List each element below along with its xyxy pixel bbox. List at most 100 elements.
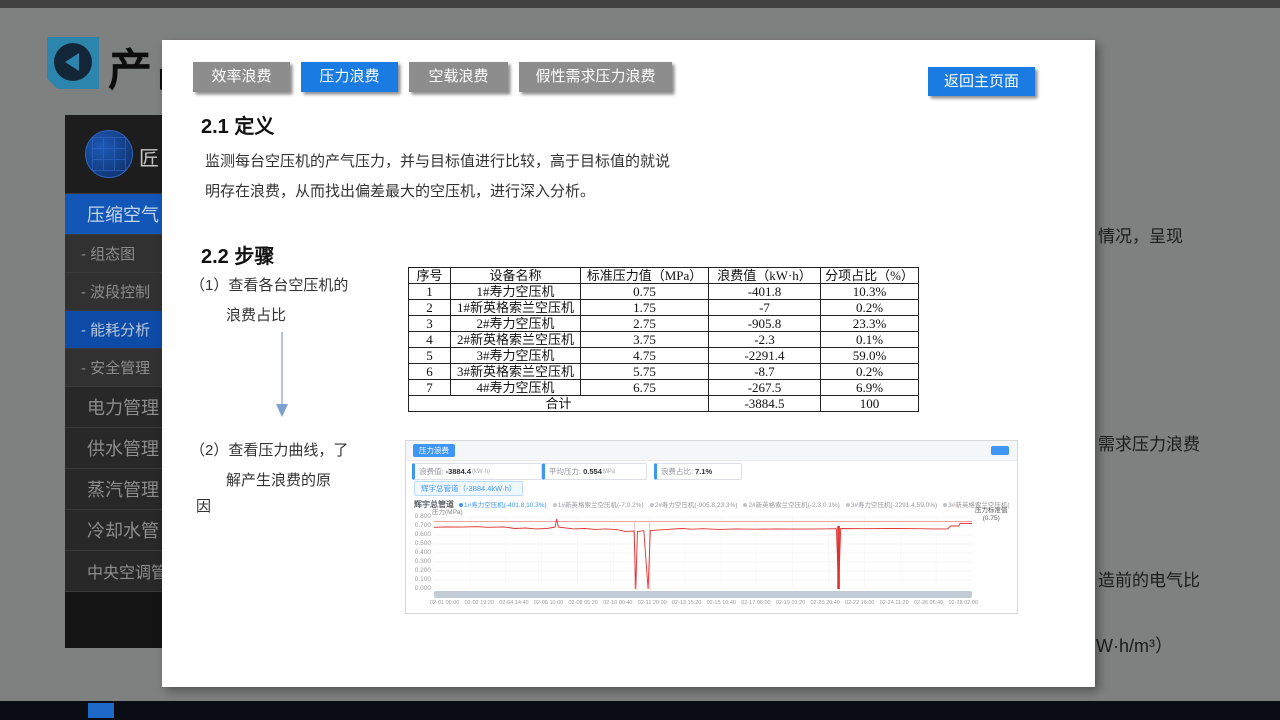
- background-text-fragment: 需求压力浪费: [1098, 430, 1200, 455]
- stat-value: 7.1%: [695, 467, 712, 476]
- legend-item-4[interactable]: 2#新英格索兰空压机(-2.3,0.1%): [743, 502, 839, 509]
- x-tick-label: 02-11 20:00: [638, 600, 667, 606]
- table-cell: -2291.4: [709, 348, 821, 364]
- table-cell: 10.3%: [821, 284, 919, 300]
- table-header-row: 序号设备名称标准压力值（MPa）浪费值（kW·h）分项占比（%）: [409, 268, 919, 284]
- table-cell: 7: [409, 380, 451, 396]
- pipeline-subtab[interactable]: 辉宇总管道（-3884.4kW·h）: [414, 481, 523, 496]
- waste-table-footer: 合计-3884.5100: [409, 396, 919, 412]
- table-cell: 6: [409, 364, 451, 380]
- waste-table-body: 11#寿力空压机0.75-401.810.3%21#新英格索兰空压机1.75-7…: [409, 284, 919, 396]
- chart-legend: 辉宇总管道1#寿力空压机(-401.8,10.3%)1#新英格索兰空压机(-7,…: [414, 499, 1010, 510]
- x-tick-label: 02-13 15:20: [672, 600, 701, 606]
- background-text-fragment: W·h/m³）: [1096, 632, 1173, 658]
- return-home-button[interactable]: 返回主页面: [928, 67, 1035, 96]
- total-label-cell: 合计: [409, 396, 709, 412]
- stat-box-3: 浪费占比:7.1%: [654, 463, 742, 480]
- step2-text-line1: （2）查看压力曲线，了: [190, 439, 348, 460]
- table-cell: 2.75: [581, 316, 709, 332]
- x-tick-label: 02-15 10:40: [707, 600, 736, 606]
- stat-value: -3884.4: [446, 467, 471, 476]
- background-text-fragment: 造前的电气比: [1098, 566, 1200, 591]
- taskbar-app-tile[interactable]: [88, 703, 114, 718]
- table-cell: 23.3%: [821, 316, 919, 332]
- x-tick-label: 02-26 06:40: [914, 600, 943, 606]
- legend-dot-icon: [650, 503, 654, 507]
- legend-dot-icon: [846, 503, 850, 507]
- step1-text-line2: 浪费占比: [226, 304, 286, 325]
- legend-item-1[interactable]: 1#寿力空压机(-401.8,10.3%): [459, 502, 547, 509]
- x-tick-label: 02-17 06:00: [741, 600, 770, 606]
- standard-line-label: 压力标准值(0.75): [975, 507, 1008, 524]
- column-header: 设备名称: [451, 268, 581, 284]
- total-waste-cell: -3884.5: [709, 396, 821, 412]
- table-cell: 2: [409, 300, 451, 316]
- column-header: 浪费值（kW·h）: [709, 268, 821, 284]
- table-cell: 0.1%: [821, 332, 919, 348]
- taskbar: [0, 701, 1280, 720]
- x-tick-label: 02-08 05:20: [569, 600, 598, 606]
- column-header: 标准压力值（MPa）: [581, 268, 709, 284]
- y-tick-label: 0.300: [406, 558, 431, 565]
- table-cell: 5.75: [581, 364, 709, 380]
- dashboard-screenshot: 压力浪费 浪费值:-3884.4(kW·h)平均压力:0.554MPa浪费占比:…: [405, 440, 1018, 614]
- table-row: 42#新英格索兰空压机3.75-2.30.1%: [409, 332, 919, 348]
- table-cell: 3#寿力空压机: [451, 348, 581, 364]
- waste-table: 序号设备名称标准压力值（MPa）浪费值（kW·h）分项占比（%） 11#寿力空压…: [408, 267, 919, 412]
- step2-text-line2: 解产生浪费的原: [226, 469, 331, 490]
- legend-item-2[interactable]: 1#新英格索兰空压机(-7,0.2%): [553, 502, 644, 509]
- y-tick-label: 0.200: [406, 567, 431, 574]
- legend-item-5[interactable]: 3#寿力空压机(-2291.4,59.0%): [846, 502, 937, 509]
- step1-text-line1: （1）查看各台空压机的: [190, 274, 348, 295]
- back-icon[interactable]: [47, 37, 99, 89]
- definition-text-line2: 明存在浪费，从而找出偏差最大的空压机，进行深入分析。: [205, 180, 595, 201]
- x-tick-label: 02-01 00:00: [430, 600, 459, 606]
- table-row: 74#寿力空压机6.75-267.56.9%: [409, 380, 919, 396]
- legend-dot-icon: [743, 503, 747, 507]
- stat-box-2: 平均压力:0.554MPa: [542, 463, 647, 480]
- overlay-panel: 效率浪费压力浪费空载浪费假性需求压力浪费 返回主页面 2.1 定义 监测每台空压…: [162, 40, 1095, 687]
- table-row: 21#新英格索兰空压机1.75-70.2%: [409, 300, 919, 316]
- x-axis-ticks: 02-01 00:0002-02 19:2002-04 14:4002-06 1…: [430, 600, 978, 606]
- table-cell: 0.75: [581, 284, 709, 300]
- definition-text-line1: 监测每台空压机的产气压力，并与目标值进行比较，高于目标值的就说: [205, 150, 670, 171]
- x-tick-label: 02-20 20:40: [810, 600, 839, 606]
- tab-3[interactable]: 空载浪费: [409, 62, 508, 92]
- table-cell: 1: [409, 284, 451, 300]
- table-cell: 5: [409, 348, 451, 364]
- dashboard-settings-chip[interactable]: [991, 446, 1009, 455]
- table-cell: 6.75: [581, 380, 709, 396]
- pressure-line-chart: [434, 517, 972, 589]
- stat-unit: (kW·h): [472, 469, 490, 475]
- pressure-series-line: [434, 519, 972, 589]
- table-row: 63#新英格索兰空压机5.75-8.70.2%: [409, 364, 919, 380]
- x-tick-label: 02-28 02:00: [949, 600, 978, 606]
- stat-value: 0.554: [583, 467, 602, 476]
- y-tick-label: 0.600: [406, 531, 431, 538]
- tab-2[interactable]: 压力浪费: [301, 62, 398, 92]
- waste-table-header: 序号设备名称标准压力值（MPa）浪费值（kW·h）分项占比（%）: [409, 268, 919, 284]
- tab-4[interactable]: 假性需求压力浪费: [519, 62, 672, 92]
- app-logo-text: 匠: [139, 142, 159, 171]
- x-tick-label: 02-06 10:00: [534, 600, 563, 606]
- legend-dot-icon: [943, 503, 947, 507]
- table-cell: 0.2%: [821, 364, 919, 380]
- table-cell: -8.7: [709, 364, 821, 380]
- background-text-fragment: 情况，呈现: [1098, 222, 1183, 247]
- table-cell: 3#新英格索兰空压机: [451, 364, 581, 380]
- x-tick-label: 02-19 01:20: [776, 600, 805, 606]
- y-tick-label: 0.700: [406, 522, 431, 529]
- legend-item-3[interactable]: 2#寿力空压机(-905.8,23.3%): [650, 502, 738, 509]
- chart-scrollbar[interactable]: [434, 591, 972, 598]
- stat-label: 浪费占比:: [661, 466, 693, 477]
- tab-1[interactable]: 效率浪费: [193, 62, 290, 92]
- column-header: 分项占比（%）: [821, 268, 919, 284]
- table-cell: 4#寿力空压机: [451, 380, 581, 396]
- stat-label: 平均压力:: [549, 466, 581, 477]
- table-cell: -2.3: [709, 332, 821, 348]
- dashboard-header-bar: [406, 441, 1017, 461]
- stat-unit: MPa: [603, 469, 615, 475]
- table-row: 53#寿力空压机4.75-2291.459.0%: [409, 348, 919, 364]
- top-strip: [0, 0, 1280, 8]
- table-cell: 2#新英格索兰空压机: [451, 332, 581, 348]
